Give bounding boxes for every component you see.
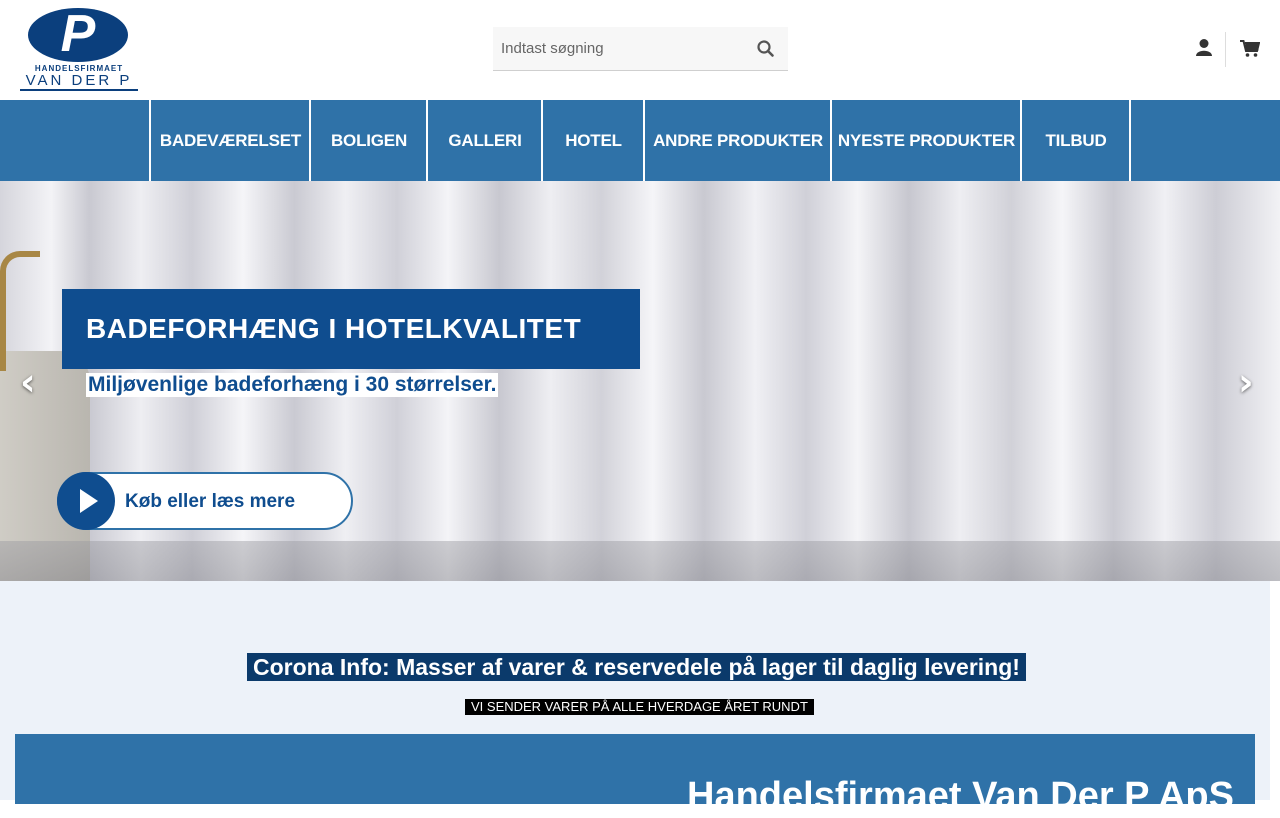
shipping-notice: VI SENDER VARER PÅ ALLE HVERDAGE ÅRET RU…: [465, 699, 814, 715]
nav-item-hotel[interactable]: HOTEL: [541, 100, 644, 181]
nav-item-andre-produkter[interactable]: ANDRE PRODUKTER: [643, 100, 831, 181]
banner-title: BADEFORHÆNG I HOTELKVALITET: [86, 313, 582, 344]
search-box: [493, 27, 788, 71]
logo-bottom-text: VAN DER P: [20, 72, 138, 91]
company-title: Handelsfirmaet Van Der P ApS: [687, 775, 1234, 817]
search-input[interactable]: [493, 27, 743, 70]
slider-floor: [0, 541, 1280, 581]
banner-cta-button[interactable]: Køb eller læs mere: [57, 472, 353, 530]
logo-letter: P: [60, 5, 96, 63]
nav-item-tilbud[interactable]: TILBUD: [1020, 100, 1130, 181]
chevron-left-icon[interactable]: ‹: [20, 363, 44, 401]
nav-item-badevaerelset[interactable]: BADEVÆRELSET: [149, 100, 310, 181]
chevron-right-icon[interactable]: ›: [1238, 363, 1262, 401]
company-section: Handelsfirmaet Van Der P ApS: [15, 734, 1255, 817]
play-icon: [57, 472, 115, 530]
banner-subtitle: Miljøvenlige badeforhæng i 30 størrelser…: [86, 373, 499, 397]
nav-divider: [1129, 100, 1131, 181]
faucet-image: [0, 251, 40, 371]
nav-item-nyeste-produkter[interactable]: NYESTE PRODUKTER: [830, 100, 1021, 181]
shopping-cart-icon[interactable]: [1240, 40, 1261, 58]
user-icon[interactable]: [1195, 38, 1213, 58]
nav-item-galleri[interactable]: GALLERI: [426, 100, 542, 181]
page-edge: [1270, 581, 1280, 800]
corona-info-banner: Corona Info: Masser af varer & reservede…: [247, 653, 1026, 681]
search-icon[interactable]: [756, 39, 776, 59]
header-divider: [1225, 32, 1226, 67]
content-area: Corona Info: Masser af varer & reservede…: [0, 581, 1270, 817]
main-nav: BADEVÆRELSET BOLIGEN GALLERI HOTEL ANDRE…: [0, 100, 1280, 181]
banner-title-box: BADEFORHÆNG I HOTELKVALITET: [62, 289, 640, 369]
banner-cta-label: Køb eller læs mere: [125, 491, 296, 512]
hero-slider[interactable]: BADEFORHÆNG I HOTELKVALITET Miljøvenlige…: [0, 181, 1280, 581]
nav-item-boligen[interactable]: BOLIGEN: [309, 100, 427, 181]
site-logo[interactable]: P HANDELSFIRMAET VAN DER P: [20, 5, 138, 91]
site-header: P HANDELSFIRMAET VAN DER P: [0, 0, 1280, 100]
